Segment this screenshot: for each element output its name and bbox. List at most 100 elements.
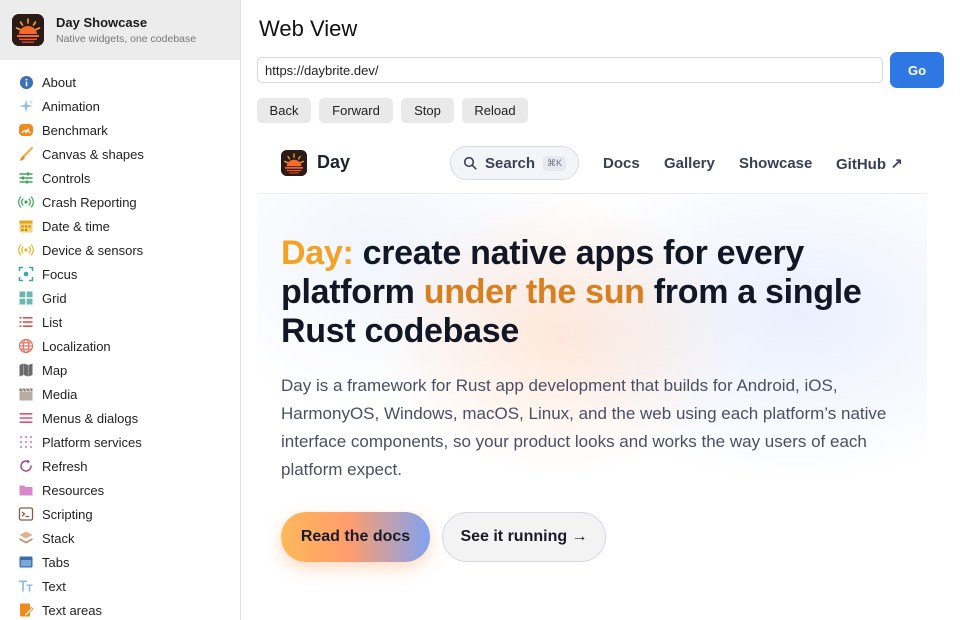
headline-accent-day: Day: (281, 234, 354, 272)
sidebar-item-text-areas[interactable]: Text areas (0, 598, 240, 620)
sidebar-item-label: Refresh (42, 458, 88, 474)
site-link-showcase[interactable]: Showcase (739, 155, 812, 172)
hero-headline: Day: create native apps for every platfo… (281, 234, 921, 351)
sliders-icon (18, 170, 34, 186)
refresh-icon (18, 458, 34, 474)
sidebar-item-crash-reporting[interactable]: Crash Reporting (0, 190, 240, 214)
sidebar-item-text[interactable]: Text (0, 574, 240, 598)
folder-icon (18, 482, 34, 498)
sidebar-item-label: Focus (42, 266, 78, 282)
edit-doc-icon (18, 602, 34, 618)
site-logo-icon[interactable] (281, 150, 307, 176)
headline-accent-sun: under the sun (423, 273, 645, 311)
forward-button[interactable]: Forward (319, 98, 393, 123)
site-navbar: Day Search ⌘K Docs Gallery Showcase GitH… (257, 132, 927, 194)
sidebar-item-scripting[interactable]: Scripting (0, 502, 240, 526)
map-icon (18, 362, 34, 378)
reload-button[interactable]: Reload (462, 98, 528, 123)
sidebar-item-label: Platform services (42, 434, 142, 450)
globe-icon (18, 338, 34, 354)
sidebar-item-label: Controls (42, 170, 91, 186)
text-icon (18, 578, 34, 594)
search-shortcut: ⌘K (543, 155, 567, 171)
stop-button[interactable]: Stop (401, 98, 454, 123)
read-docs-button[interactable]: Read the docs (281, 512, 430, 562)
sidebar-item-label: Crash Reporting (42, 194, 137, 210)
sidebar-item-label: Canvas & shapes (42, 146, 144, 162)
sidebar-item-tabs[interactable]: Tabs (0, 550, 240, 574)
sidebar-item-label: Text areas (42, 602, 102, 618)
focus-icon (18, 266, 34, 282)
dots-grid-icon (18, 434, 34, 450)
menu-icon (18, 410, 34, 426)
sidebar-item-label: Benchmark (42, 122, 108, 138)
app-title: Day Showcase (56, 14, 148, 30)
sidebar-item-label: List (42, 314, 63, 330)
sidebar-item-platform-services[interactable]: Platform services (0, 430, 240, 454)
search-label: Search (485, 154, 536, 172)
sidebar-item-media[interactable]: Media (0, 382, 240, 406)
sidebar: Day Showcase Native widgets, one codebas… (0, 0, 241, 620)
sidebar-item-label: Resources (42, 482, 105, 498)
clapper-icon (18, 386, 34, 402)
sidebar-item-controls[interactable]: Controls (0, 166, 240, 190)
sidebar-item-label: Text (42, 578, 66, 594)
web-view[interactable]: Day Search ⌘K Docs Gallery Showcase GitH… (257, 132, 927, 620)
sidebar-nav: About Animation Benchmark Canvas & shape… (0, 60, 240, 620)
sidebar-item-label: Media (42, 386, 78, 402)
sidebar-item-label: Animation (42, 98, 100, 114)
terminal-icon (18, 506, 34, 522)
app-subtitle: Native widgets, one codebase (56, 32, 197, 45)
broadcast-icon (18, 194, 34, 210)
grid-icon (18, 290, 34, 306)
search-icon (463, 156, 477, 170)
sidebar-item-grid[interactable]: Grid (0, 286, 240, 310)
sparkles-icon (18, 98, 34, 114)
app-header: Day Showcase Native widgets, one codebas… (0, 0, 240, 60)
brush-icon (18, 146, 34, 162)
go-button[interactable]: Go (890, 52, 944, 88)
see-it-running-button[interactable]: See it running → (442, 512, 606, 562)
sidebar-item-list[interactable]: List (0, 310, 240, 334)
main-panel: Web View Go Back Forward Stop Reload (241, 0, 960, 620)
url-input[interactable] (257, 57, 883, 83)
sidebar-item-about[interactable]: About (0, 70, 240, 94)
stack-icon (18, 530, 34, 546)
sidebar-item-refresh[interactable]: Refresh (0, 454, 240, 478)
sidebar-item-localization[interactable]: Localization (0, 334, 240, 358)
info-icon (18, 74, 34, 90)
sidebar-item-label: Grid (42, 290, 67, 306)
sidebar-item-label: Tabs (42, 554, 70, 570)
sidebar-item-animation[interactable]: Animation (0, 94, 240, 118)
site-name[interactable]: Day (317, 152, 350, 173)
sidebar-item-map[interactable]: Map (0, 358, 240, 382)
sidebar-item-label: Menus & dialogs (42, 410, 139, 426)
sidebar-item-label: About (42, 74, 76, 90)
site-search-button[interactable]: Search ⌘K (450, 146, 579, 180)
page-title: Web View (259, 16, 358, 41)
sidebar-item-canvas-shapes[interactable]: Canvas & shapes (0, 142, 240, 166)
sidebar-item-label: Scripting (42, 506, 93, 522)
site-link-github[interactable]: GitHub ↗ (836, 155, 903, 173)
sidebar-item-device-sensors[interactable]: Device & sensors (0, 238, 240, 262)
app-logo-icon (12, 14, 44, 46)
sidebar-item-label: Localization (42, 338, 111, 354)
sidebar-item-label: Date & time (42, 218, 110, 234)
speedometer-icon (18, 122, 34, 138)
site-link-docs[interactable]: Docs (603, 155, 640, 172)
sidebar-item-focus[interactable]: Focus (0, 262, 240, 286)
sidebar-item-label: Device & sensors (42, 242, 144, 258)
sidebar-item-resources[interactable]: Resources (0, 478, 240, 502)
list-icon (18, 314, 34, 330)
sidebar-item-label: Stack (42, 530, 75, 546)
back-button[interactable]: Back (257, 98, 311, 123)
hero-description: Day is a framework for Rust app developm… (281, 376, 887, 479)
tabs-icon (18, 554, 34, 570)
sensor-icon (18, 242, 34, 258)
sidebar-item-stack[interactable]: Stack (0, 526, 240, 550)
sidebar-item-date-time[interactable]: Date & time (0, 214, 240, 238)
calendar-icon (18, 218, 34, 234)
site-link-gallery[interactable]: Gallery (664, 155, 715, 172)
sidebar-item-benchmark[interactable]: Benchmark (0, 118, 240, 142)
sidebar-item-menus-dialogs[interactable]: Menus & dialogs (0, 406, 240, 430)
